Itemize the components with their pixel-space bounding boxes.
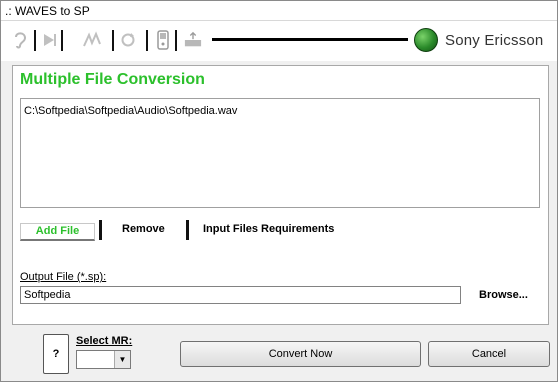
- add-file-button[interactable]: Add File: [20, 223, 95, 241]
- conversion-panel: Multiple File Conversion C:\Softpedia\So…: [12, 65, 549, 325]
- toolbar-separator: [61, 30, 63, 51]
- convert-now-button[interactable]: Convert Now: [180, 341, 421, 367]
- brand-logo: Sony Ericsson: [414, 27, 543, 53]
- tab-separator: [186, 220, 189, 240]
- title-bar: .: WAVES to SP: [1, 1, 557, 21]
- cancel-button[interactable]: Cancel: [428, 341, 550, 367]
- file-list[interactable]: C:\Softpedia\Softpedia\Audio\Softpedia.w…: [20, 98, 540, 208]
- list-item[interactable]: C:\Softpedia\Softpedia\Audio\Softpedia.w…: [24, 105, 237, 117]
- toolbar-separator: [175, 30, 177, 51]
- brand-name: Sony Ericsson: [445, 31, 544, 49]
- help-button[interactable]: ?: [43, 334, 69, 374]
- play-icon[interactable]: [41, 30, 59, 50]
- select-mr-label: Select MR:: [76, 335, 133, 347]
- window-title: .: WAVES to SP: [5, 4, 90, 18]
- panel-title: Multiple File Conversion: [20, 71, 205, 88]
- app-window: .: WAVES to SP Sony Ericsson Multiple Fi…: [0, 0, 558, 382]
- toolbar: Sony Ericsson: [1, 21, 557, 61]
- export-icon[interactable]: [184, 30, 202, 50]
- output-file-label: Output File (*.sp):: [20, 271, 107, 283]
- ear-icon[interactable]: [11, 30, 29, 50]
- browse-button[interactable]: Browse...: [479, 289, 528, 301]
- toolbar-separator: [146, 30, 148, 51]
- device-icon[interactable]: [154, 30, 172, 50]
- chevron-down-icon[interactable]: ▼: [114, 351, 130, 368]
- remove-button[interactable]: Remove: [122, 223, 165, 235]
- refresh-icon[interactable]: [119, 30, 137, 50]
- mr-select-dropdown[interactable]: ▼: [76, 350, 131, 369]
- wave-icon[interactable]: [83, 30, 101, 50]
- sony-ericsson-logo-icon: [414, 28, 438, 52]
- output-file-field[interactable]: [20, 286, 461, 304]
- tab-separator: [99, 220, 102, 240]
- toolbar-divider-line: [212, 38, 408, 41]
- input-requirements-button[interactable]: Input Files Requirements: [203, 223, 334, 235]
- toolbar-separator: [34, 30, 36, 51]
- toolbar-separator: [112, 30, 114, 51]
